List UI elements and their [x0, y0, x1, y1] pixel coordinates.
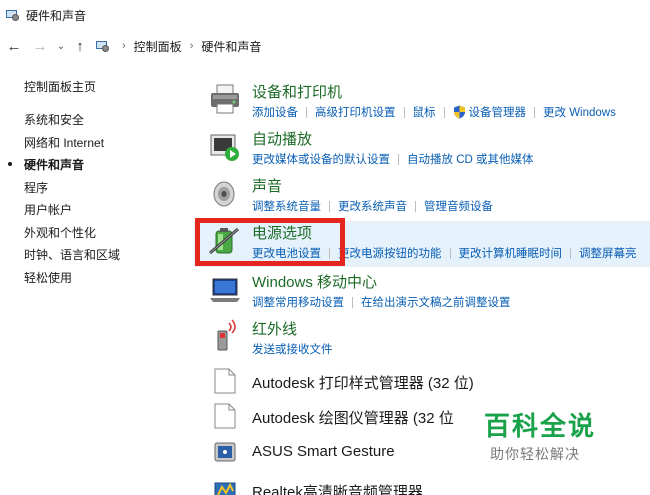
breadcrumb-control-panel[interactable]: 控制面板	[134, 38, 182, 55]
program-title[interactable]: Autodesk 绘图仪管理器 (32 位	[252, 407, 454, 428]
sidebar-item-system-security[interactable]: 系统和安全	[24, 111, 194, 134]
watermark-title: 百科全说	[484, 411, 597, 441]
touchpad-icon	[214, 442, 236, 462]
navigation-bar: ← → ⌄ ↑ › 控制面板 › 硬件和声音	[0, 30, 650, 62]
category-links: 添加设备 高级打印机设置 鼠标 设备管理器 更改 Windows	[252, 104, 616, 120]
category-links: 更改媒体或设备的默认设置 自动播放 CD 或其他媒体	[252, 151, 534, 167]
breadcrumb-separator-icon: ›	[189, 40, 194, 52]
document-icon	[214, 403, 236, 429]
control-panel-icon	[96, 40, 110, 53]
category-links: 发送或接收文件	[252, 341, 333, 357]
sidebar-item-clock-region[interactable]: 时钟、语言和区域	[24, 246, 194, 269]
title-bar: 硬件和声音	[0, 0, 650, 30]
category-sound: 声音 调整系统音量 更改系统声音 管理音频设备	[206, 174, 650, 220]
sidebar-item-hardware-sound[interactable]: 硬件和声音	[8, 156, 194, 179]
sidebar-item-user-accounts[interactable]: 用户帐户	[24, 201, 194, 224]
hardware-sound-icon	[6, 9, 20, 22]
recent-locations-dropdown[interactable]: ⌄	[54, 36, 68, 56]
sidebar-item-ease-of-access[interactable]: 轻松使用	[24, 269, 194, 292]
category-autoplay: 自动播放 更改媒体或设备的默认设置 自动播放 CD 或其他媒体	[206, 127, 650, 173]
category-title[interactable]: Windows 移动中心	[252, 271, 377, 292]
breadcrumb-separator-icon: ›	[122, 40, 126, 52]
category-devices-printers: 设备和打印机 添加设备 高级打印机设置 鼠标 设备管理器 更改 Windows	[206, 80, 650, 126]
infrared-icon	[217, 319, 236, 351]
forward-button[interactable]: →	[30, 36, 50, 56]
adjust-brightness-link[interactable]: 调整屏幕亮	[579, 245, 637, 261]
watermark-subtitle: 助你轻松解决	[490, 446, 580, 462]
program-title[interactable]: Realtek高清晰音频管理器	[252, 481, 423, 495]
realtek-icon	[214, 482, 236, 495]
up-button[interactable]: ↑	[70, 36, 90, 56]
change-media-defaults-link[interactable]: 更改媒体或设备的默认设置	[252, 151, 390, 167]
category-infrared: 红外线 发送或接收文件	[206, 317, 650, 363]
category-title[interactable]: 自动播放	[252, 128, 312, 149]
sidebar-home-link[interactable]: 控制面板主页	[24, 78, 194, 95]
program-title[interactable]: ASUS Smart Gesture	[252, 443, 395, 460]
category-links: 调整系统音量 更改系统声音 管理音频设备	[252, 198, 493, 214]
back-button[interactable]: ←	[4, 36, 24, 56]
category-title[interactable]: 设备和打印机	[252, 81, 342, 102]
change-sleep-time-link[interactable]: 更改计算机睡眠时间	[459, 245, 563, 261]
mobility-center-icon	[210, 278, 240, 302]
printer-icon	[211, 84, 239, 114]
sidebar-item-network-internet[interactable]: 网络和 Internet	[24, 134, 194, 157]
uac-shield-icon	[453, 105, 465, 119]
change-power-button-link[interactable]: 更改电源按钮的功能	[338, 245, 442, 261]
advanced-printer-setup-link[interactable]: 高级打印机设置	[315, 104, 396, 120]
annotation-highlight-box	[195, 218, 345, 266]
category-mobility-center: Windows 移动中心 调整常用移动设置 在给出演示文稿之前调整设置	[206, 270, 650, 316]
manage-audio-devices-link[interactable]: 管理音频设备	[424, 198, 493, 214]
window-title: 硬件和声音	[26, 8, 87, 23]
program-realtek-audio-manager[interactable]: Realtek高清晰音频管理器	[206, 477, 650, 495]
autoplay-cd-link[interactable]: 自动播放 CD 或其他媒体	[407, 151, 534, 167]
program-title[interactable]: Autodesk 打印样式管理器 (32 位)	[252, 372, 474, 393]
device-manager-link[interactable]: 设备管理器	[469, 104, 527, 120]
speaker-icon	[213, 181, 235, 207]
autoplay-icon	[210, 134, 239, 161]
sidebar-item-programs[interactable]: 程序	[24, 179, 194, 202]
sidebar: 控制面板主页 系统和安全 网络和 Internet 硬件和声音 程序 用户帐户 …	[8, 78, 194, 292]
send-receive-files-link[interactable]: 发送或接收文件	[252, 341, 333, 357]
program-autodesk-plot-style-manager[interactable]: Autodesk 打印样式管理器 (32 位)	[206, 368, 650, 398]
breadcrumb: › 控制面板 › 硬件和声音	[96, 38, 261, 55]
sidebar-item-appearance[interactable]: 外观和个性化	[24, 224, 194, 247]
category-title[interactable]: 声音	[252, 175, 282, 196]
presentation-settings-link[interactable]: 在给出演示文稿之前调整设置	[361, 294, 511, 310]
category-title[interactable]: 红外线	[252, 318, 297, 339]
watermark: 百科全说 助你轻松解决	[462, 402, 632, 470]
document-icon	[214, 368, 236, 394]
mouse-link[interactable]: 鼠标	[413, 104, 436, 120]
adjust-volume-link[interactable]: 调整系统音量	[252, 198, 321, 214]
change-system-sounds-link[interactable]: 更改系统声音	[338, 198, 407, 214]
adjust-mobility-settings-link[interactable]: 调整常用移动设置	[252, 294, 344, 310]
add-device-link[interactable]: 添加设备	[252, 104, 298, 120]
breadcrumb-hardware-sound[interactable]: 硬件和声音	[201, 38, 261, 55]
category-links: 调整常用移动设置 在给出演示文稿之前调整设置	[252, 294, 511, 310]
change-windows-link[interactable]: 更改 Windows	[543, 104, 616, 120]
